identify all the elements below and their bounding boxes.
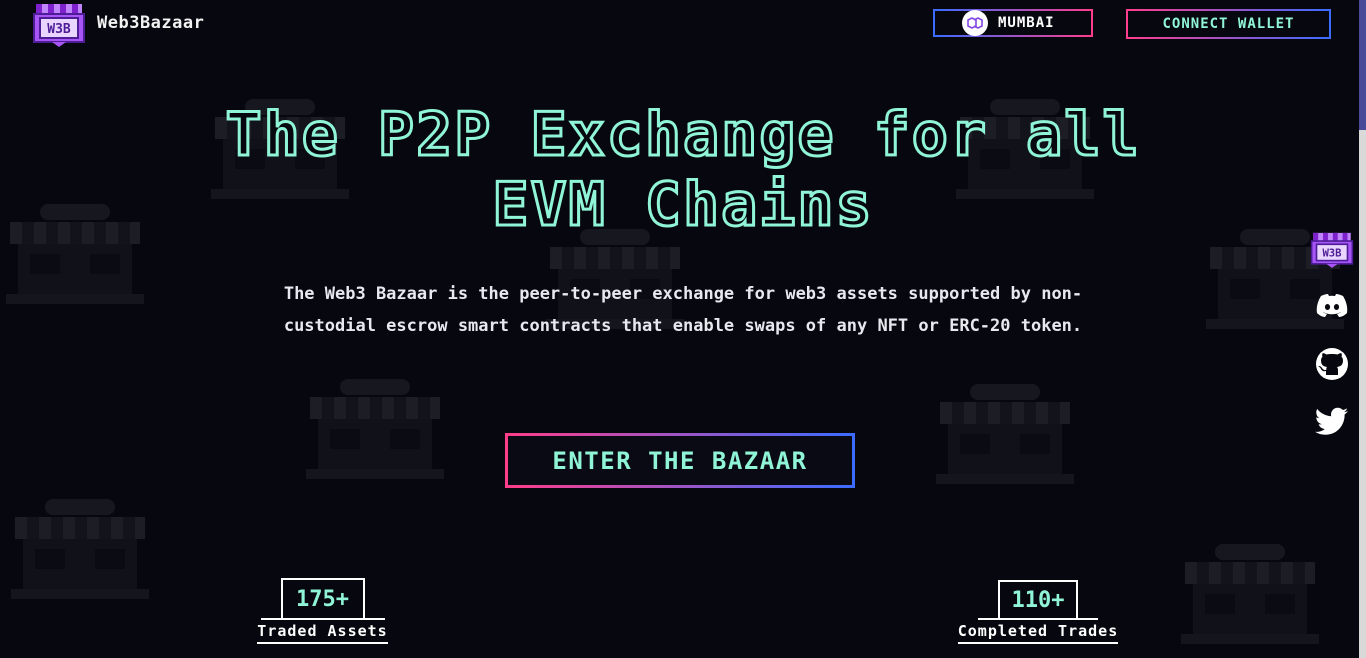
stat-value: 175+ bbox=[260, 578, 385, 620]
network-selector-button[interactable]: MUMBAI bbox=[933, 9, 1093, 37]
github-icon[interactable] bbox=[1310, 344, 1354, 384]
stat-completed-trades: 110+ Completed Trades bbox=[940, 580, 1136, 644]
background-shop-art bbox=[5, 495, 155, 605]
enter-bazaar-button[interactable]: ENTER THE BAZAAR bbox=[505, 433, 855, 488]
brand-name: Web3Bazaar bbox=[97, 13, 205, 33]
hero-title-line2: EVM Chains bbox=[491, 169, 874, 242]
background-shop-art bbox=[0, 200, 150, 310]
w3b-logo-icon[interactable]: W3B bbox=[1310, 230, 1354, 270]
background-shop-art bbox=[930, 380, 1080, 490]
hero-title-line1: The P2P Exchange for all bbox=[224, 99, 1141, 172]
scrollbar-thumb[interactable] bbox=[1359, 0, 1366, 130]
connect-wallet-button[interactable]: CONNECT WALLET bbox=[1126, 9, 1331, 39]
background-shop-art bbox=[300, 375, 450, 485]
stat-label: Traded Assets bbox=[257, 618, 388, 644]
background-shop-art bbox=[1175, 540, 1325, 650]
stat-traded-assets: 175+ Traded Assets bbox=[230, 578, 415, 644]
stat-value: 110+ bbox=[978, 580, 1098, 620]
stat-label: Completed Trades bbox=[957, 618, 1119, 644]
polygon-icon bbox=[962, 10, 988, 36]
hero-title: The P2P Exchange for all EVM Chains bbox=[183, 99, 1183, 242]
svg-text:W3B: W3B bbox=[47, 22, 71, 37]
network-label: MUMBAI bbox=[998, 15, 1055, 31]
w3b-logo-icon[interactable]: W3B bbox=[32, 2, 86, 48]
hero-description: The Web3 Bazaar is the peer-to-peer exch… bbox=[283, 284, 1083, 336]
page-scrollbar[interactable] bbox=[1359, 0, 1366, 658]
svg-text:W3B: W3B bbox=[1322, 248, 1341, 260]
twitter-icon[interactable] bbox=[1310, 402, 1354, 442]
page: W3B Web3Bazaar MUMBAI CONNECT WALLET The… bbox=[0, 0, 1366, 658]
discord-icon[interactable] bbox=[1310, 286, 1354, 326]
